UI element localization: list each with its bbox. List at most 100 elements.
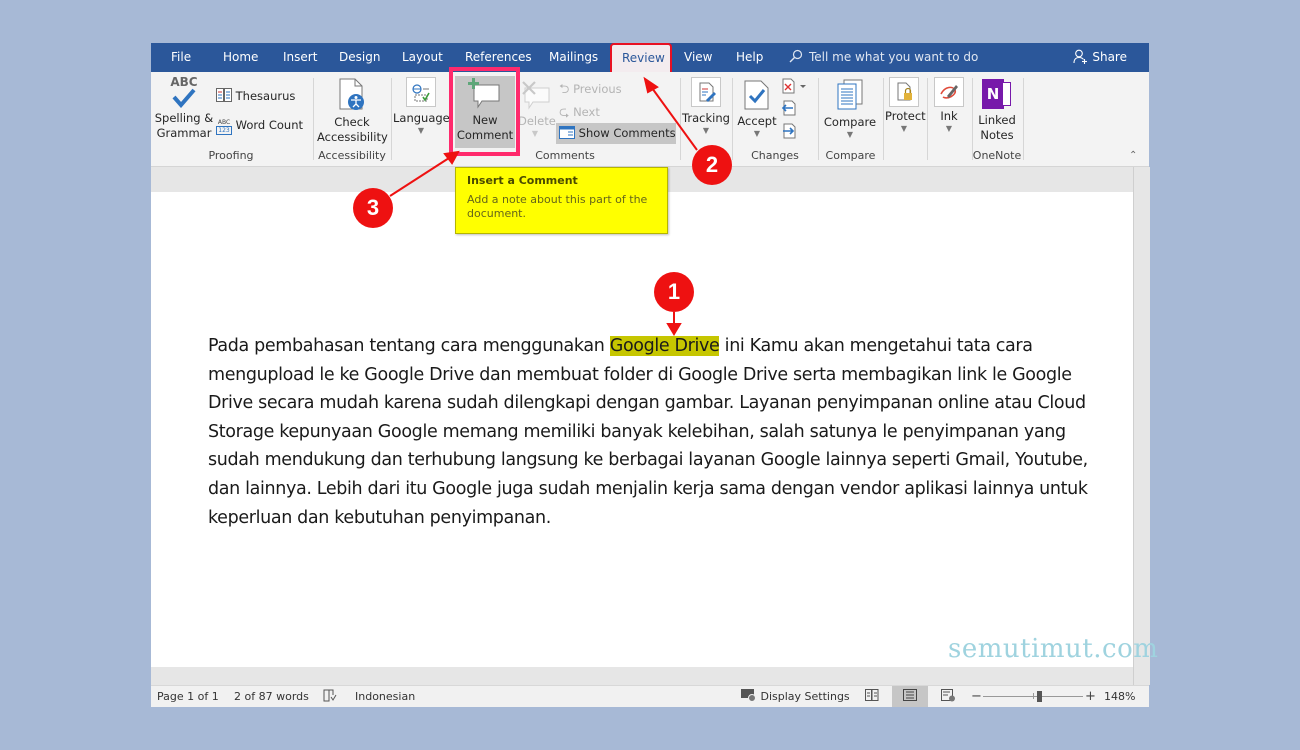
- person-add-icon: [1073, 49, 1088, 64]
- delete-label: Delete: [518, 114, 556, 128]
- check-label-2: Accessibility: [317, 130, 388, 144]
- step-3-badge: 3: [353, 188, 393, 228]
- protect-button[interactable]: Protect ▼: [885, 77, 926, 134]
- next-comment-button[interactable]: ⮎ Next: [559, 103, 600, 125]
- document-area: Pada pembahasan tentang cara menggunakan…: [151, 167, 1150, 685]
- compare-label: Compare: [823, 115, 877, 129]
- show-comments-icon: [559, 126, 575, 139]
- ribbon-tab-bar: File Home Insert Design Layout Reference…: [151, 43, 1149, 72]
- tab-view[interactable]: View: [684, 43, 712, 72]
- zoom-out-button[interactable]: −: [971, 686, 982, 707]
- language-label: Language: [393, 111, 450, 125]
- share-label: Share: [1092, 50, 1127, 64]
- next-change-icon: [783, 123, 796, 139]
- print-layout-button[interactable]: [892, 686, 928, 707]
- next-change-button[interactable]: [781, 123, 797, 142]
- language-button[interactable]: Language ▼: [393, 77, 450, 136]
- word-count-status[interactable]: 2 of 87 words: [234, 686, 309, 707]
- web-layout-button[interactable]: [941, 686, 956, 707]
- group-separator: [1023, 78, 1024, 160]
- tracking-button[interactable]: Tracking ▼: [682, 77, 730, 136]
- previous-change-button[interactable]: [781, 100, 797, 119]
- linked-notes-button[interactable]: N Linked Notes: [974, 79, 1020, 143]
- show-comments-label: Show Comments: [578, 126, 676, 140]
- linked-notes-label-2: Notes: [980, 128, 1014, 142]
- tracking-icon: [691, 77, 721, 107]
- tab-review[interactable]: Review: [610, 43, 672, 72]
- compare-group-label: Compare: [825, 149, 876, 162]
- group-separator: [972, 78, 973, 160]
- language-status[interactable]: Indonesian: [355, 686, 415, 707]
- chevron-down-icon: ▼: [900, 124, 908, 133]
- word-window: File Home Insert Design Layout Reference…: [151, 43, 1150, 707]
- tab-layout[interactable]: Layout: [402, 43, 443, 72]
- ink-button[interactable]: Ink ▼: [930, 77, 968, 134]
- share-button[interactable]: Share: [1073, 43, 1127, 72]
- chevron-down-icon: ▼: [417, 126, 425, 135]
- tell-me-search[interactable]: Tell me what you want to do: [789, 43, 978, 72]
- tab-insert[interactable]: Insert: [283, 43, 317, 72]
- accept-button[interactable]: Accept ▼: [735, 80, 779, 139]
- check-accessibility-button[interactable]: Check Accessibility: [317, 78, 388, 145]
- changes-group-label: Changes: [751, 149, 799, 162]
- compare-icon: [837, 79, 863, 110]
- accessibility-group-label: Accessibility: [318, 149, 386, 162]
- print-layout-icon: [903, 689, 917, 701]
- previous-change-icon: [781, 100, 796, 116]
- previous-label: Previous: [573, 82, 622, 96]
- group-separator: [680, 78, 681, 160]
- display-settings-button[interactable]: Display Settings: [741, 686, 850, 707]
- zoom-level[interactable]: 148%: [1104, 686, 1135, 707]
- tab-mailings[interactable]: Mailings: [549, 43, 598, 72]
- reject-button[interactable]: [781, 78, 807, 97]
- document-body[interactable]: Pada pembahasan tentang cara menggunakan…: [208, 332, 1098, 532]
- group-separator: [732, 78, 733, 160]
- tracking-label: Tracking: [682, 111, 730, 125]
- review-ribbon: ABC Spelling & Grammar Thesaurus ABC 123…: [151, 72, 1149, 167]
- zoom-slider[interactable]: [983, 686, 1083, 707]
- chevron-down-icon: ▼: [531, 129, 539, 138]
- collapse-ribbon-icon[interactable]: ⌃: [1129, 150, 1137, 161]
- next-comment-icon: ⮎: [559, 105, 570, 120]
- accessibility-check-icon: [339, 78, 364, 110]
- tooltip-body: Add a note about this part of the docume…: [467, 193, 648, 220]
- zoom-in-button[interactable]: +: [1085, 686, 1096, 707]
- protect-icon: [889, 77, 919, 107]
- page-count[interactable]: Page 1 of 1: [157, 686, 219, 707]
- read-mode-button[interactable]: [865, 686, 879, 707]
- show-comments-button[interactable]: Show Comments: [556, 123, 676, 144]
- tab-design[interactable]: Design: [339, 43, 380, 72]
- status-bar: Page 1 of 1 2 of 87 words Indonesian Dis…: [151, 685, 1149, 707]
- highlighted-selection[interactable]: Google Drive: [609, 336, 720, 356]
- watermark: semutimut.com: [948, 634, 1159, 664]
- search-icon: [789, 49, 803, 63]
- delete-comment-icon: [522, 81, 550, 110]
- onenote-group-label: OneNote: [972, 149, 1022, 162]
- reject-icon: [782, 78, 806, 94]
- tab-file[interactable]: File: [171, 43, 191, 72]
- word-count-label: Word Count: [235, 118, 304, 132]
- word-count-button[interactable]: ABC 123 Word Count: [216, 118, 303, 135]
- proofing-status-icon[interactable]: [323, 686, 337, 707]
- group-separator: [883, 78, 884, 160]
- group-separator: [313, 78, 314, 160]
- spelling-grammar-button[interactable]: ABC Spelling & Grammar: [154, 76, 214, 141]
- display-settings-label: Display Settings: [760, 690, 850, 703]
- spelling-label-2: Grammar: [156, 126, 212, 140]
- body-text-after: ini Kamu akan mengetahui tata cara mengu…: [208, 336, 1088, 528]
- step-1-badge: 1: [654, 272, 694, 312]
- vertical-scrollbar[interactable]: [1133, 167, 1150, 685]
- delete-comment-button[interactable]: Delete ▼: [518, 80, 556, 139]
- thesaurus-button[interactable]: Thesaurus: [216, 88, 295, 103]
- spelling-label-1: Spelling &: [154, 111, 214, 125]
- tab-help[interactable]: Help: [736, 43, 763, 72]
- ink-label: Ink: [940, 109, 958, 123]
- ink-icon: [934, 77, 964, 107]
- compare-button[interactable]: Compare ▼: [821, 79, 879, 140]
- zoom-slider-thumb[interactable]: [1037, 691, 1042, 702]
- document-page[interactable]: Pada pembahasan tentang cara menggunakan…: [151, 192, 1133, 667]
- display-settings-icon: [741, 689, 756, 702]
- previous-comment-button[interactable]: ⮌ Previous: [559, 80, 622, 102]
- abc-icon-text: ABC: [170, 75, 198, 89]
- tab-home[interactable]: Home: [223, 43, 258, 72]
